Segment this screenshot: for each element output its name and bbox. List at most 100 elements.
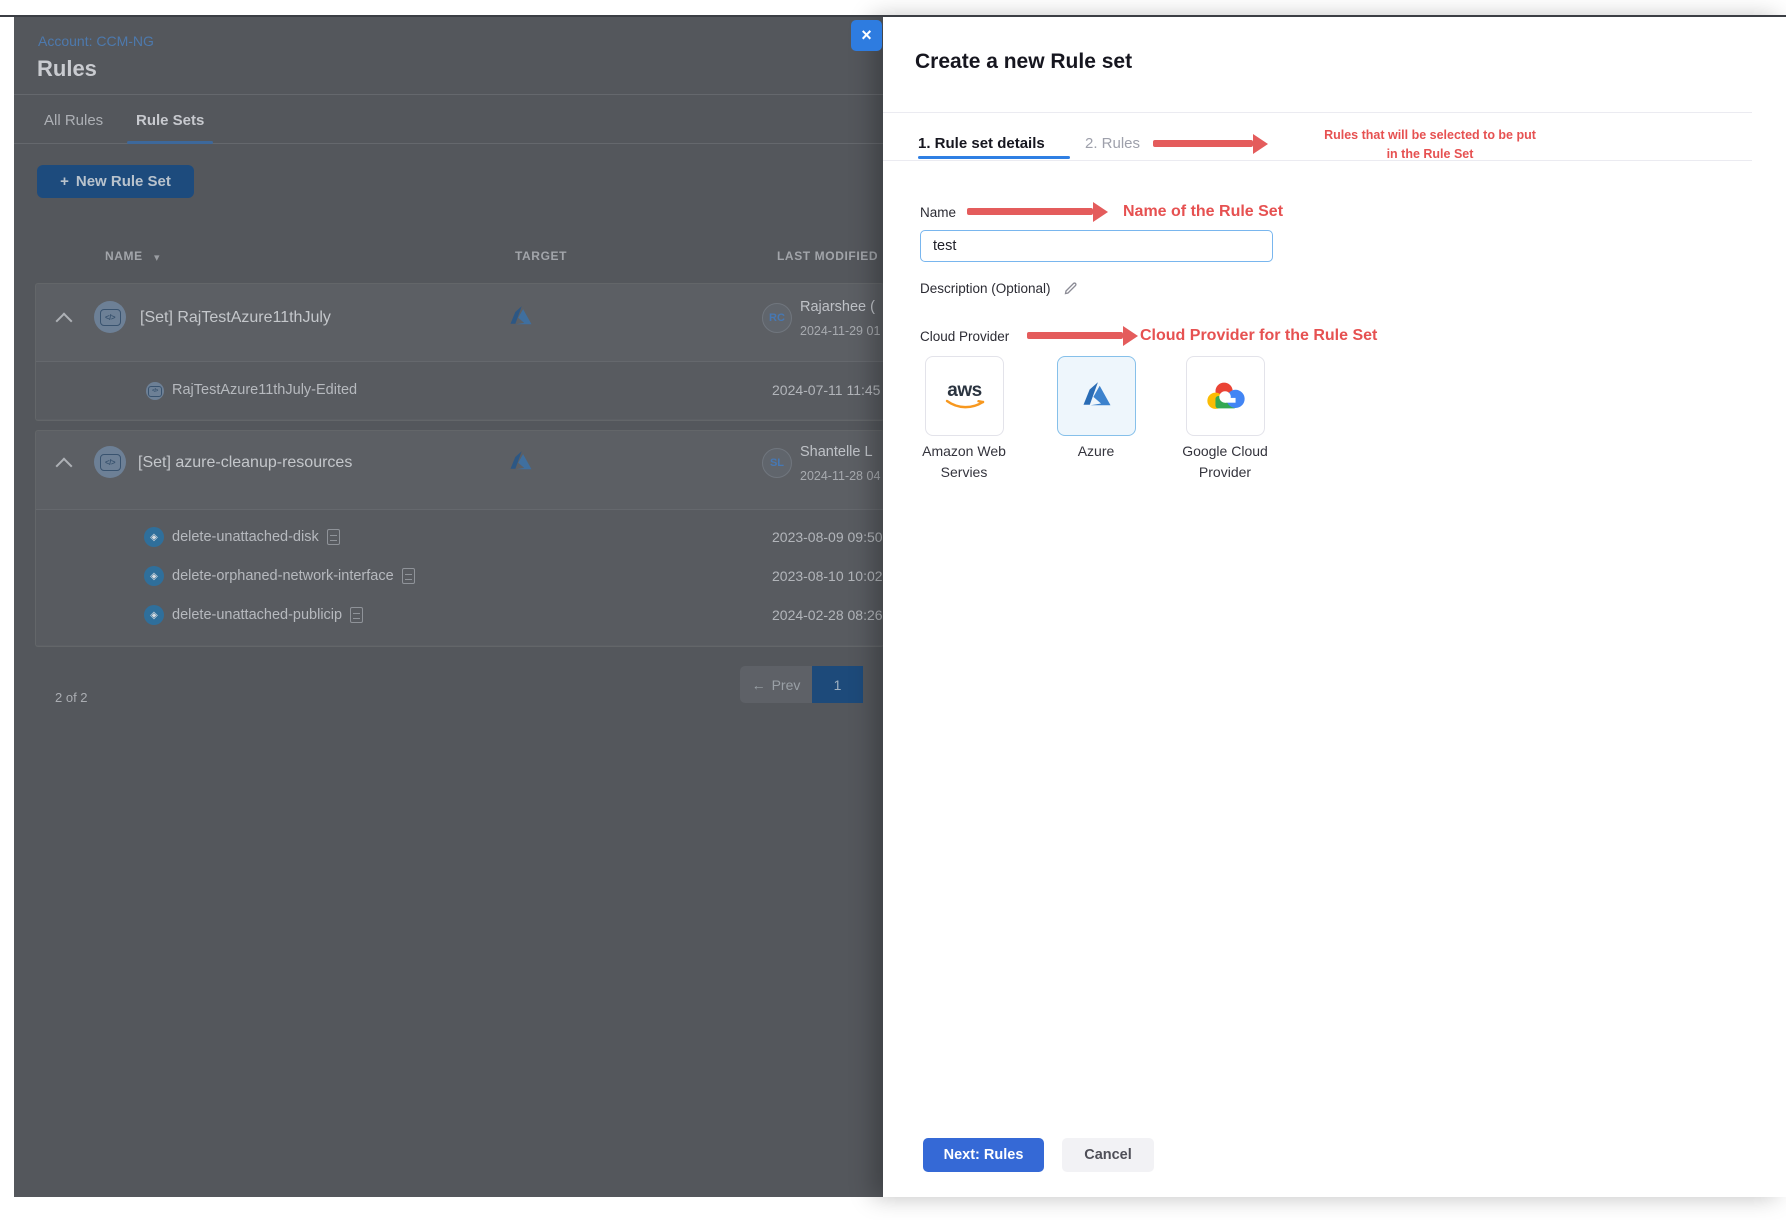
plus-icon: + bbox=[60, 173, 69, 190]
modified-at: 2024-11-29 01 bbox=[800, 324, 880, 338]
name-input[interactable] bbox=[920, 230, 1273, 262]
rule-set-icon: </> bbox=[94, 446, 126, 478]
pagination-prev-button[interactable]: ← Prev bbox=[740, 666, 812, 703]
annotation-steps-line1: Rules that will be selected to be put bbox=[1290, 128, 1570, 142]
rule-modified-at: 2024-07-11 11:45 A bbox=[772, 382, 883, 398]
next-rules-button[interactable]: Next: Rules bbox=[923, 1138, 1044, 1172]
rule-set-name[interactable]: [Set] azure-cleanup-resources bbox=[138, 454, 352, 472]
rule-icon: </> bbox=[146, 382, 164, 400]
tab-active-underline bbox=[127, 141, 213, 144]
code-glyph: </> bbox=[148, 386, 162, 397]
avatar: RC bbox=[762, 303, 792, 333]
breadcrumb-account[interactable]: Account: CCM-NG bbox=[38, 33, 154, 49]
provider-label-line: Provider bbox=[1165, 462, 1285, 483]
rule-modified-at: 2023-08-09 09:50 bbox=[772, 529, 883, 545]
drawer-title: Create a new Rule set bbox=[915, 50, 1132, 74]
provider-card-gcp[interactable] bbox=[1186, 356, 1265, 436]
rule-name-label: delete-unattached-publicip bbox=[172, 607, 342, 623]
provider-card-azure[interactable] bbox=[1057, 356, 1136, 436]
rule-modified-at: 2023-08-10 10:02 bbox=[772, 568, 883, 584]
modified-by: Shantelle L bbox=[800, 444, 873, 460]
close-icon: × bbox=[861, 25, 872, 46]
page-title: Rules bbox=[37, 56, 97, 82]
left-arrow-icon: ← bbox=[752, 677, 766, 693]
annotation-arrow bbox=[1153, 140, 1253, 147]
provider-label-gcp: Google Cloud Provider bbox=[1165, 441, 1285, 483]
rule-name[interactable]: delete-orphaned-network-interface bbox=[172, 568, 415, 584]
clipboard-icon[interactable] bbox=[402, 568, 415, 584]
rule-glyph: ◈ bbox=[150, 610, 158, 621]
annotation-arrow bbox=[967, 208, 1093, 215]
aws-logo-icon: aws bbox=[944, 383, 986, 410]
avatar: SL bbox=[762, 448, 792, 478]
provider-card-aws[interactable]: aws bbox=[925, 356, 1004, 436]
annotation-provider: Cloud Provider for the Rule Set bbox=[1140, 327, 1377, 345]
pencil-icon[interactable] bbox=[1063, 280, 1079, 296]
annotation-arrow-head bbox=[1253, 134, 1268, 154]
code-glyph: </> bbox=[100, 454, 121, 471]
annotation-arrow-head bbox=[1093, 202, 1108, 222]
rule-name-label: delete-orphaned-network-interface bbox=[172, 568, 394, 584]
rule-icon: ◈ bbox=[144, 605, 164, 625]
annotation-arrow-head bbox=[1123, 326, 1138, 346]
rule-name[interactable]: delete-unattached-disk bbox=[172, 529, 340, 545]
annotation-arrow bbox=[1027, 332, 1123, 339]
rule-modified-at: 2024-02-28 08:26 bbox=[772, 607, 883, 623]
azure-target-icon bbox=[507, 303, 535, 331]
rule-set-icon: </> bbox=[94, 301, 126, 333]
provider-label-line: Google Cloud bbox=[1165, 441, 1285, 462]
tab-all-rules[interactable]: All Rules bbox=[44, 112, 103, 129]
rule-name-label: RajTestAzure11thJuly-Edited bbox=[172, 382, 357, 398]
sort-caret-icon[interactable]: ▾ bbox=[154, 251, 160, 264]
rule-name[interactable]: delete-unattached-publicip bbox=[172, 607, 363, 623]
prev-label: Prev bbox=[772, 677, 801, 693]
step-rules[interactable]: 2. Rules bbox=[1085, 135, 1140, 152]
step-active-underline bbox=[918, 156, 1070, 159]
modified-by: Rajarshee ( bbox=[800, 299, 875, 315]
tab-rule-sets[interactable]: Rule Sets bbox=[136, 112, 204, 129]
clipboard-icon[interactable] bbox=[350, 607, 363, 623]
code-glyph: </> bbox=[100, 309, 121, 326]
provider-label-line: Azure bbox=[1036, 441, 1156, 462]
aws-logo-text: aws bbox=[947, 383, 981, 399]
azure-logo-icon bbox=[1079, 378, 1115, 414]
cloud-provider-label: Cloud Provider bbox=[920, 329, 1009, 344]
rule-name[interactable]: RajTestAzure11thJuly-Edited bbox=[172, 382, 357, 398]
provider-label-azure: Azure bbox=[1036, 441, 1156, 462]
rule-icon: ◈ bbox=[144, 566, 164, 586]
provider-label-aws: Amazon Web Servies bbox=[904, 441, 1024, 483]
annotation-name: Name of the Rule Set bbox=[1123, 203, 1283, 221]
step-rule-set-details[interactable]: 1. Rule set details bbox=[918, 135, 1045, 152]
close-button[interactable]: × bbox=[851, 20, 882, 51]
card-divider bbox=[36, 509, 883, 510]
provider-label-line: Servies bbox=[904, 462, 1024, 483]
pagination-page-1[interactable]: 1 bbox=[812, 666, 863, 703]
column-header-name[interactable]: NAME bbox=[105, 249, 143, 263]
azure-target-icon bbox=[507, 448, 535, 476]
screen: Account: CCM-NG Rules All Rules Rule Set… bbox=[0, 0, 1786, 1220]
gcp-logo-icon bbox=[1204, 379, 1248, 413]
annotation-steps-line2: in the Rule Set bbox=[1290, 147, 1570, 161]
header-divider bbox=[14, 94, 883, 95]
window-top-edge bbox=[0, 15, 1786, 17]
rule-set-name[interactable]: [Set] RajTestAzure11thJuly bbox=[140, 309, 331, 327]
modified-at: 2024-11-28 04 bbox=[800, 469, 880, 483]
dimmed-background-app: Account: CCM-NG Rules All Rules Rule Set… bbox=[0, 0, 883, 1220]
rule-name-label: delete-unattached-disk bbox=[172, 529, 319, 545]
drawer-header-divider bbox=[883, 112, 1752, 113]
card-divider bbox=[36, 361, 883, 362]
rule-glyph: ◈ bbox=[150, 571, 158, 582]
provider-label-line: Amazon Web bbox=[904, 441, 1024, 462]
name-label: Name bbox=[920, 205, 956, 220]
rule-glyph: ◈ bbox=[150, 532, 158, 543]
clipboard-icon[interactable] bbox=[327, 529, 340, 545]
create-rule-set-drawer bbox=[883, 17, 1786, 1197]
cancel-button[interactable]: Cancel bbox=[1062, 1138, 1154, 1172]
description-label: Description (Optional) bbox=[920, 281, 1051, 296]
rule-icon: ◈ bbox=[144, 527, 164, 547]
new-rule-set-button[interactable]: + New Rule Set bbox=[37, 165, 194, 198]
column-header-target: TARGET bbox=[515, 249, 567, 263]
column-header-last-modified: LAST MODIFIED bbox=[777, 249, 878, 263]
new-rule-set-label: New Rule Set bbox=[76, 173, 171, 190]
pagination-count: 2 of 2 bbox=[55, 690, 88, 705]
